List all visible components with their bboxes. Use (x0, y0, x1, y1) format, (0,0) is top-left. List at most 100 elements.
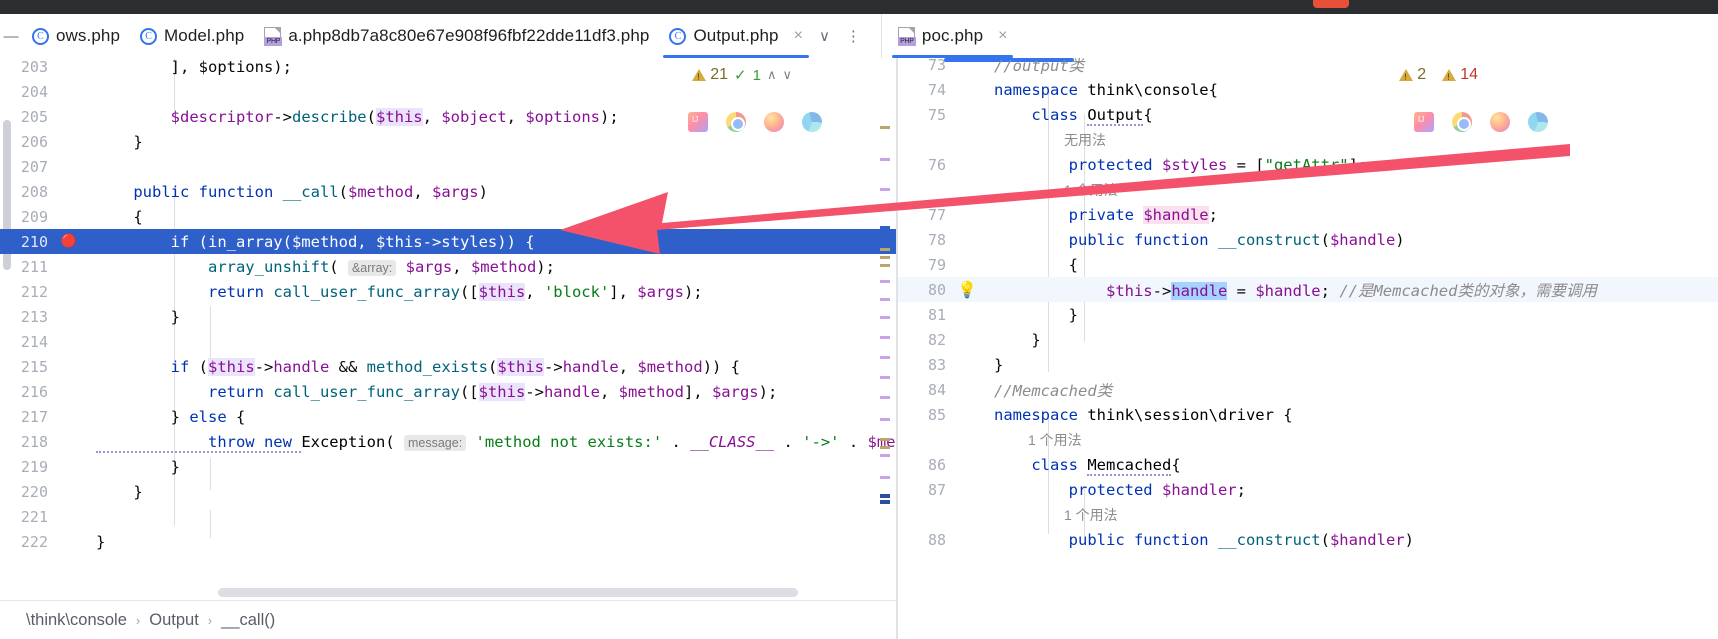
code-line[interactable]: 88 public function __construct($handler) (898, 527, 1718, 552)
line-number: 81 (927, 305, 946, 324)
warning-triangle-icon[interactable]: 2 (1399, 66, 1426, 84)
left-horizontal-scrollbar[interactable] (218, 588, 798, 597)
usage-hint-row[interactable]: 1 个用法 (898, 427, 1718, 452)
line-number: 83 (927, 355, 946, 374)
code-line[interactable]: 215 if ($this->handle && method_exists($… (0, 354, 896, 379)
line-number: 85 (927, 405, 946, 424)
line-text: } (96, 532, 106, 551)
code-line-selected[interactable]: 210 🔴 if (in_array($method, $this->style… (0, 229, 896, 254)
code-line[interactable]: 217 } else { (0, 404, 896, 429)
breakpoint-icon[interactable]: 🔴 (54, 234, 84, 249)
code-line[interactable]: 83 } (898, 352, 1718, 377)
tab-label: a.php8db7a8c80e67e908f96fbf22dde11df3.ph… (288, 26, 650, 45)
line-number: 78 (927, 230, 946, 249)
code-line[interactable]: 211 array_unshift( &array: $args, $metho… (0, 254, 896, 279)
line-number: 208 (20, 182, 48, 201)
usage-hint: 1 个用法 (1028, 431, 1082, 448)
line-text: } (994, 355, 1004, 374)
line-text: } else { (96, 407, 246, 426)
line-number: 76 (927, 155, 946, 174)
chevron-down-icon[interactable]: ∨ (819, 27, 830, 45)
tab-close-icon[interactable]: × (794, 27, 803, 45)
chrome-icon[interactable] (1452, 112, 1472, 132)
right-browser-launch-row[interactable] (1414, 112, 1548, 132)
code-line[interactable]: 213 } (0, 304, 896, 329)
code-line[interactable]: 214 (0, 329, 896, 354)
right-editor-pane[interactable]: 73 //output类 74 namespace think\console{… (898, 58, 1718, 639)
line-number: 210 (20, 232, 48, 251)
code-line[interactable]: 86 class Memcached{ (898, 452, 1718, 477)
usage-hint-row[interactable]: 1 个用法 (898, 177, 1718, 202)
firefox-icon[interactable] (1490, 112, 1510, 132)
right-code-area[interactable]: 73 //output类 74 namespace think\console{… (898, 58, 1718, 639)
line-number: 222 (20, 532, 48, 551)
tabs-scroll-left-icon[interactable]: — (0, 14, 22, 58)
code-line[interactable]: 216 return call_user_func_array([$this->… (0, 379, 896, 404)
line-text: if (in_array($method, $this->styles)) { (96, 232, 535, 251)
tab-label: ows.php (56, 26, 121, 45)
code-line[interactable]: 87 protected $handler; (898, 477, 1718, 502)
code-line[interactable]: 78 public function __construct($handle) (898, 227, 1718, 252)
breadcrumb-separator-icon: › (135, 612, 141, 628)
lightbulb-icon[interactable]: 💡 (952, 280, 982, 299)
tab-ows-php[interactable]: C ows.php (22, 14, 130, 58)
code-line[interactable]: 75 class Output{ (898, 102, 1718, 127)
intellij-icon[interactable] (688, 112, 708, 132)
line-number: 217 (20, 407, 48, 426)
tab-model-php[interactable]: C Model.php (130, 14, 254, 58)
chevron-up-icon[interactable]: ∧ (767, 67, 777, 83)
code-line[interactable]: 76 protected $styles = ["getAttr"]; (898, 152, 1718, 177)
code-line[interactable]: 222 } (0, 529, 896, 554)
code-line[interactable]: 220 } (0, 479, 896, 504)
tab-a-php-hash[interactable]: PHP a.php8db7a8c80e67e908f96fbf22dde11df… (254, 14, 659, 58)
code-line[interactable]: 208 public function __call($method, $arg… (0, 179, 896, 204)
breadcrumb-method[interactable]: __call() (221, 611, 275, 630)
left-browser-launch-row[interactable] (688, 112, 822, 132)
intellij-icon[interactable] (1414, 112, 1434, 132)
code-line[interactable]: 85 namespace think\session\driver { (898, 402, 1718, 427)
firefox-icon[interactable] (764, 112, 784, 132)
usage-hint-row[interactable]: 无用法 (898, 127, 1718, 152)
left-editor-pane[interactable]: 203 ], $options); 204 205 $descriptor->d… (0, 58, 896, 639)
left-inspection-widget[interactable]: 21 ✓ 1 ∧ ∨ (692, 66, 792, 84)
code-line[interactable]: 207 (0, 154, 896, 179)
code-line-caret[interactable]: 80 💡 $this->handle = $handle; //是Memcach… (898, 277, 1718, 302)
edge-icon[interactable] (802, 112, 822, 132)
code-line[interactable]: 84 //Memcached类 (898, 377, 1718, 402)
code-line[interactable]: 81 } (898, 302, 1718, 327)
usage-hint: 无用法 (1064, 131, 1106, 148)
left-code-area[interactable]: 203 ], $options); 204 205 $descriptor->d… (0, 58, 896, 639)
php-file-icon: PHP (264, 26, 283, 46)
code-line[interactable]: 218 throw new Exception( message: 'metho… (0, 429, 896, 454)
breadcrumb-class[interactable]: Output (149, 611, 199, 630)
breadcrumb-namespace[interactable]: \think\console (26, 611, 127, 630)
code-line[interactable]: 82 } (898, 327, 1718, 352)
code-line[interactable]: 219 } (0, 454, 896, 479)
warning-triangle-icon[interactable]: 21 (692, 66, 728, 84)
right-inspection-widget[interactable]: 2 14 (1399, 66, 1478, 84)
more-options-icon[interactable]: ⋮ (846, 27, 861, 45)
tab-output-php[interactable]: C Output.php × (659, 14, 812, 58)
code-line[interactable]: 209 { (0, 204, 896, 229)
code-line[interactable]: 74 namespace think\console{ (898, 77, 1718, 102)
edge-icon[interactable] (1528, 112, 1548, 132)
check-icon[interactable]: ✓ (734, 66, 747, 84)
usage-hint-row[interactable]: 1 个用法 (898, 502, 1718, 527)
code-line[interactable]: 206 } (0, 129, 896, 154)
code-line[interactable]: 212 return call_user_func_array([$this, … (0, 279, 896, 304)
line-number: 209 (20, 207, 48, 226)
code-line[interactable]: 77 private $handle; (898, 202, 1718, 227)
tab-poc-php[interactable]: PHP poc.php × (888, 14, 1018, 58)
php-class-icon: C (140, 27, 158, 45)
line-text: //output类 (994, 58, 1085, 75)
code-line[interactable]: 73 //output类 (898, 58, 1718, 77)
line-number: 75 (927, 105, 946, 124)
php-class-icon: C (669, 27, 687, 45)
chevron-down-icon[interactable]: ∨ (782, 67, 792, 83)
tab-close-icon[interactable]: × (998, 27, 1007, 45)
code-line[interactable]: 221 (0, 504, 896, 529)
chrome-icon[interactable] (726, 112, 746, 132)
code-line[interactable]: 79 { (898, 252, 1718, 277)
tab-label: Model.php (164, 26, 245, 45)
error-triangle-icon[interactable]: 14 (1442, 66, 1478, 84)
